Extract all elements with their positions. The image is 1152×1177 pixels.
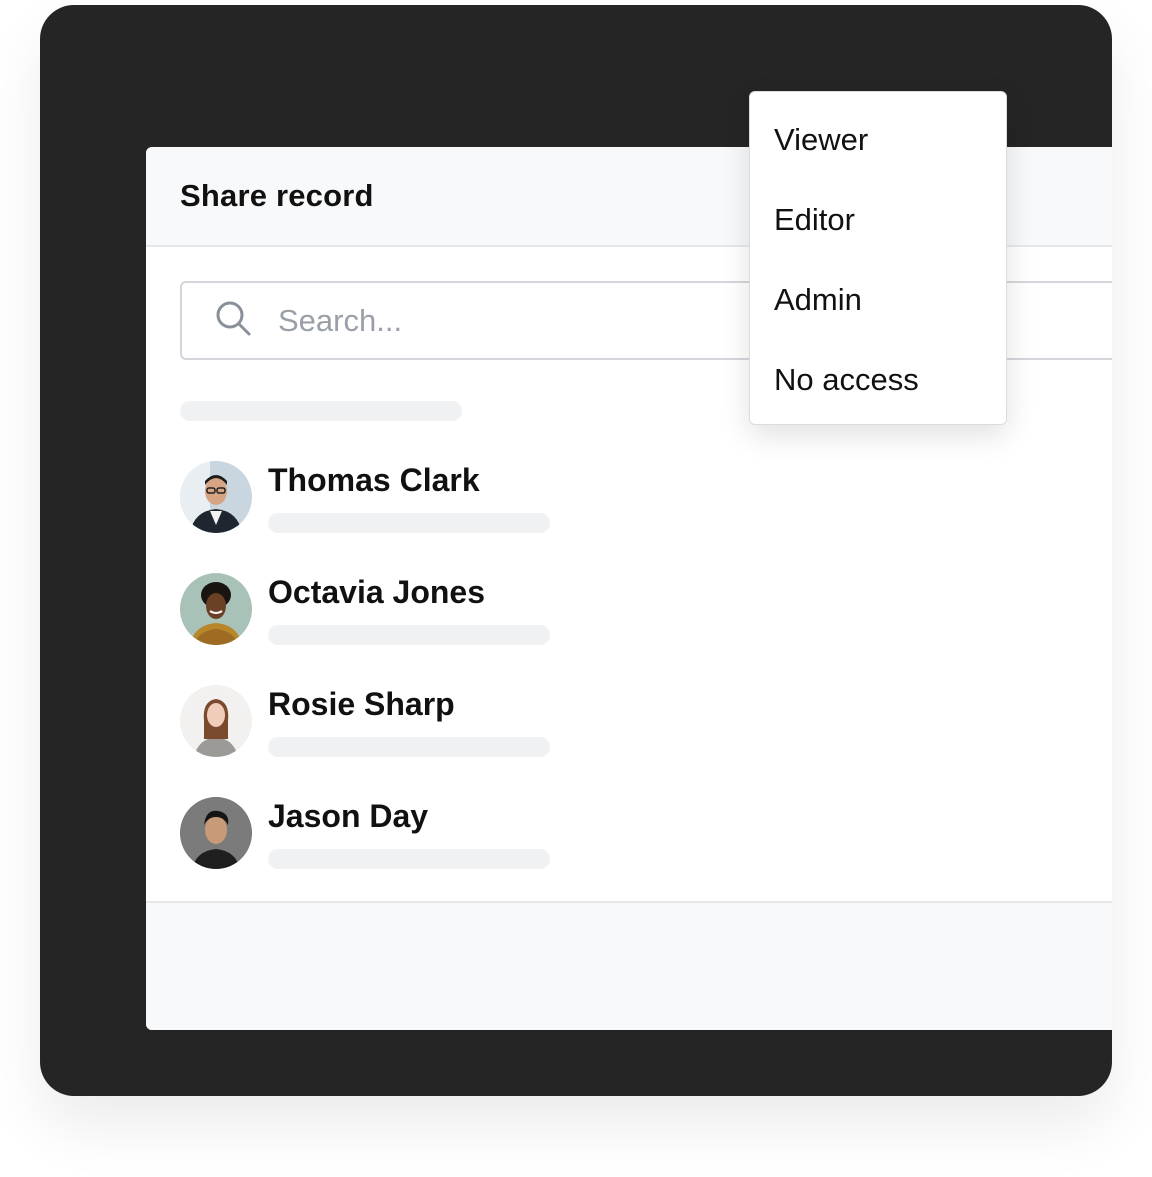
- menu-item-admin[interactable]: Admin: [750, 275, 1006, 355]
- list-item[interactable]: Rosie Sharp: [180, 685, 780, 797]
- menu-item-viewer[interactable]: Viewer: [750, 115, 1006, 195]
- avatar: [180, 797, 252, 869]
- person-name: Rosie Sharp: [268, 686, 455, 722]
- list-item[interactable]: Jason Day: [180, 797, 780, 909]
- menu-item-no-access[interactable]: No access: [750, 355, 1006, 435]
- search-input[interactable]: [278, 302, 698, 339]
- modal-title: Share record: [180, 178, 374, 213]
- person-name: Jason Day: [268, 798, 429, 834]
- person-detail-placeholder: [268, 625, 550, 645]
- person-detail-placeholder: [268, 513, 550, 533]
- person-name: Octavia Jones: [268, 574, 485, 610]
- list-item[interactable]: Octavia Jones: [180, 573, 780, 685]
- avatar: [180, 685, 252, 757]
- list-item[interactable]: Thomas Clark: [180, 461, 780, 573]
- person-detail-placeholder: [268, 849, 550, 869]
- person-name: Thomas Clark: [268, 462, 480, 498]
- menu-item-editor[interactable]: Editor: [750, 195, 1006, 275]
- person-detail-placeholder: [268, 737, 550, 757]
- access-level-dropdown: Viewer Editor Admin No access: [749, 91, 1007, 425]
- avatar: [180, 461, 252, 533]
- search-icon: [214, 299, 278, 342]
- section-label-placeholder: [180, 401, 462, 421]
- people-list: Thomas Clark Octavia Jones Rosie Sharp J…: [180, 461, 780, 909]
- modal-footer: [146, 901, 1112, 1030]
- avatar: [180, 573, 252, 645]
